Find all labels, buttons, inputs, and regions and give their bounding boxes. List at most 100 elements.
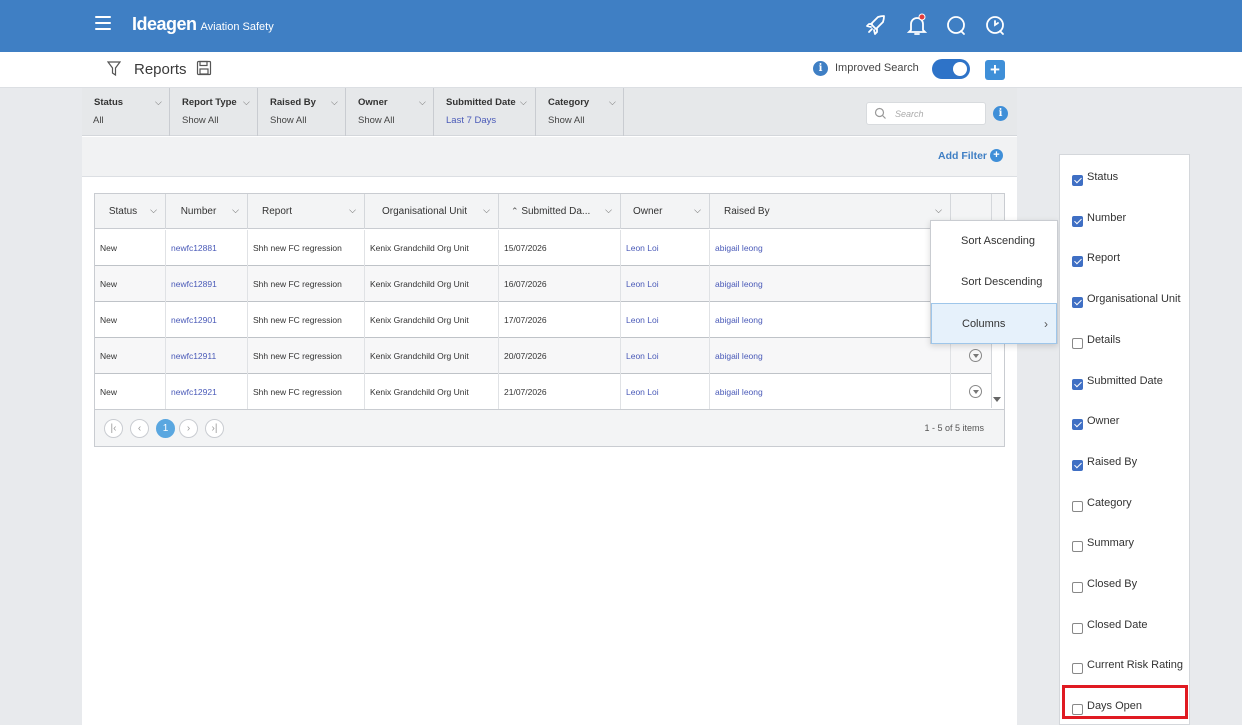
column-option-submitted-date[interactable]: Submitted Date [1072, 372, 1163, 390]
checkbox[interactable] [1072, 663, 1083, 675]
first-page-button[interactable]: |‹ [104, 419, 123, 438]
help-clock-icon[interactable] [983, 13, 1007, 37]
brand-logo[interactable]: Ideagen Aviation Safety [132, 14, 274, 35]
chevron-down-icon[interactable]: ⌵ [935, 205, 942, 216]
menu-item-sort-descending[interactable]: Sort Descending [931, 262, 1057, 303]
chevron-down-icon[interactable]: ⌵ [419, 97, 426, 108]
filter-status[interactable]: Status All ⌵ [82, 88, 170, 136]
search-info-icon[interactable]: i [993, 106, 1008, 121]
chevron-down-icon[interactable]: ⌵ [331, 97, 338, 108]
column-option-raised-by[interactable]: Raised By [1072, 453, 1137, 471]
chevron-down-icon[interactable]: ⌵ [150, 205, 157, 216]
cell-raised-by-link[interactable]: abigail leong [710, 302, 951, 338]
filter-owner[interactable]: Owner Show All ⌵ [346, 88, 434, 136]
column-header-status[interactable]: Status ⌵ [95, 194, 166, 229]
column-header-owner[interactable]: Owner ⌵ [621, 194, 710, 229]
add-filter-button[interactable]: Add Filter + [938, 149, 1003, 162]
column-header-report[interactable]: Report ⌵ [248, 194, 365, 229]
save-icon[interactable] [196, 60, 212, 76]
page-button[interactable]: 1 [156, 419, 175, 438]
column-header-org-unit[interactable]: Organisational Unit ⌵ [365, 194, 499, 229]
cell-owner-link[interactable]: Leon Loi [621, 230, 710, 266]
checkbox[interactable] [1072, 256, 1083, 268]
checkbox[interactable] [1072, 297, 1083, 309]
chevron-down-icon[interactable]: ⌵ [605, 205, 612, 216]
scroll-down-icon[interactable] [993, 397, 1001, 402]
improved-search-toggle[interactable] [932, 59, 970, 79]
menu-icon[interactable] [95, 16, 111, 30]
column-option-owner[interactable]: Owner [1072, 412, 1119, 431]
menu-item-columns[interactable]: Columns › [931, 303, 1057, 344]
chevron-down-icon[interactable]: ⌵ [483, 205, 490, 216]
checkbox[interactable] [1072, 500, 1083, 512]
cell-status: New [95, 374, 166, 410]
info-icon[interactable]: i [813, 61, 828, 76]
filter-raised-by[interactable]: Raised By Show All ⌵ [258, 88, 346, 136]
cell-owner-link[interactable]: Leon Loi [621, 374, 710, 410]
row-menu-icon[interactable] [969, 349, 982, 362]
checkbox[interactable] [1072, 541, 1083, 553]
page-title: Reports [134, 61, 187, 78]
cell-raised-by-link[interactable]: abigail leong [710, 374, 951, 410]
column-option-report[interactable]: Report [1072, 249, 1120, 268]
next-page-button[interactable]: › [179, 419, 198, 438]
table-row[interactable]: New newfc12921 Shh new FC regression Ken… [95, 374, 991, 410]
checkbox[interactable] [1072, 215, 1083, 227]
pager: |‹ ‹ 1 › ›| 1 - 5 of 5 items [95, 409, 1004, 446]
prev-page-button[interactable]: ‹ [130, 419, 149, 438]
column-option-status[interactable]: Status [1072, 168, 1118, 186]
checkbox[interactable] [1072, 582, 1083, 593]
checkbox[interactable] [1072, 378, 1083, 390]
table-row[interactable]: New newfc12901 Shh new FC regression Ken… [95, 302, 991, 338]
cell-number-link[interactable]: newfc12901 [166, 302, 248, 338]
checkbox[interactable] [1072, 419, 1083, 431]
column-header-number[interactable]: Number ⌵ [166, 194, 248, 229]
column-header-submitted-date[interactable]: ⌃ Submitted Da... ⌵ [499, 194, 621, 229]
column-header-raised-by[interactable]: Raised By ⌵ [710, 194, 951, 229]
chevron-down-icon[interactable]: ⌵ [349, 205, 356, 216]
table-row[interactable]: New newfc12911 Shh new FC regression Ken… [95, 338, 991, 374]
cell-owner-link[interactable]: Leon Loi [621, 338, 710, 374]
cell-raised-by-link[interactable]: abigail leong [710, 338, 951, 374]
chevron-down-icon[interactable]: ⌵ [243, 97, 250, 108]
cell-owner-link[interactable]: Leon Loi [621, 266, 710, 302]
checkbox[interactable] [1072, 622, 1083, 634]
search-input[interactable]: Search [866, 102, 986, 125]
filter-submitted-date[interactable]: Submitted Date Last 7 Days ⌵ [434, 88, 536, 136]
filter-category[interactable]: Category Show All ⌵ [536, 88, 624, 136]
table-row[interactable]: New newfc12891 Shh new FC regression Ken… [95, 266, 991, 302]
filter-report-type[interactable]: Report Type Show All ⌵ [170, 88, 258, 136]
row-menu-icon[interactable] [969, 385, 982, 398]
checkbox[interactable] [1072, 337, 1083, 349]
menu-item-sort-ascending[interactable]: Sort Ascending [931, 221, 1057, 262]
rocket-icon[interactable] [864, 13, 888, 37]
filter-icon[interactable] [107, 61, 121, 77]
cell-raised-by-link[interactable]: abigail leong [710, 266, 951, 302]
column-option-current-risk-rating[interactable]: Current Risk Rating [1072, 656, 1183, 675]
column-option-organisational-unit[interactable]: Organisational Unit [1072, 290, 1181, 309]
cell-raised-by-link[interactable]: abigail leong [710, 230, 951, 266]
cell-number-link[interactable]: newfc12921 [166, 374, 248, 410]
add-report-button[interactable]: + [985, 60, 1005, 80]
column-option-closed-by[interactable]: Closed By [1072, 575, 1137, 593]
chevron-down-icon[interactable]: ⌵ [694, 205, 701, 216]
cell-number-link[interactable]: newfc12881 [166, 230, 248, 266]
checkbox[interactable] [1072, 459, 1083, 471]
last-page-button[interactable]: ›| [205, 419, 224, 438]
chevron-down-icon[interactable]: ⌵ [520, 97, 527, 108]
column-option-number[interactable]: Number [1072, 209, 1126, 227]
table-row[interactable]: New newfc12881 Shh new FC regression Ken… [95, 230, 991, 266]
chat-icon[interactable] [944, 13, 968, 37]
cell-number-link[interactable]: newfc12911 [166, 338, 248, 374]
column-option-category[interactable]: Category [1072, 494, 1132, 512]
chevron-down-icon[interactable]: ⌵ [609, 97, 616, 108]
chevron-down-icon[interactable]: ⌵ [155, 97, 162, 108]
chevron-down-icon[interactable]: ⌵ [232, 205, 239, 216]
column-option-closed-date[interactable]: Closed Date [1072, 616, 1148, 634]
checkbox[interactable] [1072, 175, 1083, 186]
cell-number-link[interactable]: newfc12891 [166, 266, 248, 302]
bell-icon[interactable] [905, 13, 929, 37]
column-option-summary[interactable]: Summary [1072, 534, 1134, 553]
cell-owner-link[interactable]: Leon Loi [621, 302, 710, 338]
column-option-details[interactable]: Details [1072, 331, 1121, 349]
